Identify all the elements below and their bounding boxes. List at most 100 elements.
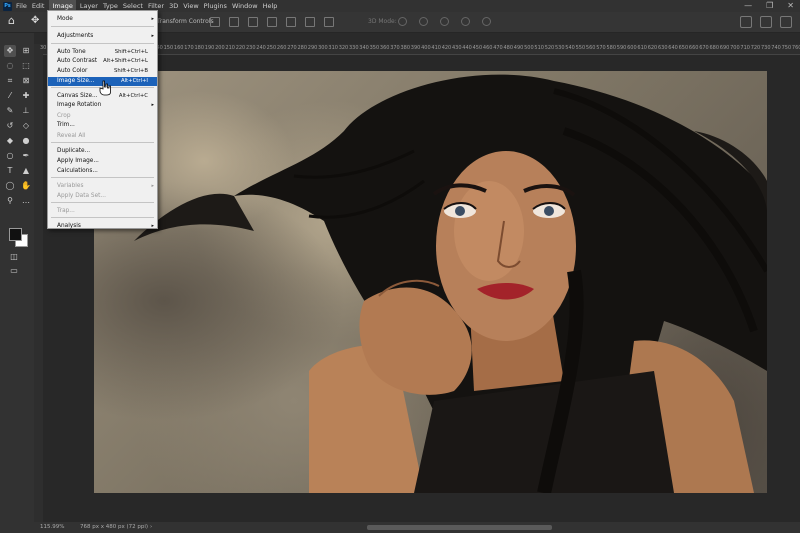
photoshop-logo-icon: Ps — [3, 1, 12, 11]
image-menu-dropdown: Mode ▸ Adjustments ▸ Auto Tone Shift+Ctrl+L Au… — [47, 10, 158, 229]
ellipse-tool-icon[interactable]: ◯ — [4, 180, 16, 192]
mode-3d-icons — [398, 17, 491, 26]
scale-3d-icon[interactable] — [482, 17, 491, 26]
image-menu-item[interactable]: Auto Contrast Alt+Shift+Ctrl+L — [48, 57, 157, 66]
close-icon[interactable]: ✕ — [787, 0, 794, 12]
type-tool-icon[interactable]: T — [4, 165, 16, 177]
menu-item-label: Apply Image... — [57, 158, 99, 164]
transform-controls-label[interactable]: Transform Controls — [157, 18, 214, 25]
share-icon[interactable] — [780, 16, 792, 28]
image-menu-item[interactable]: Duplicate... — [48, 147, 157, 156]
ruler-tick-label: 650 — [678, 45, 689, 51]
pen-tool-icon[interactable]: ✒ — [20, 150, 32, 162]
image-menu-item[interactable]: Analysis ▸ — [48, 222, 157, 231]
hand-tool-icon[interactable]: ✋ — [20, 180, 32, 192]
eyedropper-tool-icon[interactable]: ⁄ — [4, 90, 16, 102]
align-top-icon[interactable] — [267, 17, 277, 27]
ruler-tick-label: 440 — [462, 45, 472, 51]
menu-window[interactable]: Window — [232, 0, 263, 12]
ruler-tick-label: 240 — [256, 45, 266, 51]
align-middle-icon[interactable] — [286, 17, 296, 27]
ruler-tick-label: 180 — [194, 45, 205, 51]
search-icon[interactable] — [740, 16, 752, 28]
frame-tool-icon[interactable]: ⊠ — [20, 75, 32, 87]
image-menu-item[interactable]: Trim... — [48, 121, 157, 130]
align-center-icon[interactable] — [229, 17, 239, 27]
dodge-tool-icon[interactable]: ○ — [4, 150, 16, 162]
healing-brush-icon[interactable]: ✚ — [20, 90, 32, 102]
orbit-3d-icon[interactable] — [398, 17, 407, 26]
align-bottom-icon[interactable] — [305, 17, 315, 27]
ruler-tick-label: 280 — [297, 45, 308, 51]
menu-help[interactable]: Help — [263, 0, 283, 12]
image-menu-item[interactable]: Calculations... — [48, 167, 157, 176]
restore-icon[interactable]: ❐ — [766, 0, 773, 12]
brush-tool-icon[interactable]: ✎ — [4, 105, 16, 117]
image-menu-item[interactable]: Auto Tone Shift+Ctrl+L — [48, 48, 157, 57]
ruler-tick-label: 530 — [555, 45, 565, 51]
menu-view[interactable]: View — [183, 0, 203, 12]
zoom-tool-icon[interactable]: ⚲ — [4, 195, 16, 207]
image-menu-item[interactable]: Adjustments ▸ — [48, 32, 157, 41]
minimize-icon[interactable]: — — [744, 0, 752, 12]
horizontal-scrollbar[interactable] — [367, 525, 552, 530]
foreground-color-swatch[interactable] — [9, 228, 22, 241]
more-options-icon[interactable] — [324, 17, 334, 27]
image-menu-item: Crop — [48, 112, 157, 121]
quick-mask-icon[interactable]: ◫ — [8, 251, 20, 263]
ruler-tick-label: 410 — [431, 45, 441, 51]
ruler-tick-label: 590 — [616, 45, 627, 51]
align-icons — [210, 17, 334, 27]
image-menu-item: Reveal All — [48, 132, 157, 141]
menu-plugins[interactable]: Plugins — [204, 0, 232, 12]
align-right-icon[interactable] — [248, 17, 258, 27]
image-menu-item[interactable]: Auto Color Shift+Ctrl+B — [48, 67, 157, 76]
ruler-tick-label: 620 — [647, 45, 658, 51]
lasso-tool-icon[interactable]: ◌ — [4, 60, 16, 72]
crop-tool-icon[interactable]: ⌗ — [4, 75, 16, 87]
roll-3d-icon[interactable] — [419, 17, 428, 26]
ruler-tick-label: 460 — [482, 45, 493, 51]
ruler-tick-label: 290 — [307, 45, 318, 51]
ruler-tick-label: 250 — [266, 45, 277, 51]
ruler-tick-label: 550 — [575, 45, 586, 51]
ruler-tick-label: 380 — [400, 45, 411, 51]
artboard-tool-icon[interactable]: ⊞ — [20, 45, 32, 57]
move-tool-icon[interactable]: ✥ — [31, 15, 39, 27]
blur-tool-icon[interactable]: ● — [20, 135, 32, 147]
ruler-tick-label: 330 — [349, 45, 359, 51]
screen-mode-icon[interactable]: ▭ — [8, 265, 20, 277]
menu-item-label: Apply Data Set... — [57, 193, 106, 199]
home-icon[interactable]: ⌂ — [8, 15, 20, 27]
status-bar: 115.99% 768 px x 480 px (72 ppi) › — [0, 522, 800, 533]
ruler-tick-label: 210 — [225, 45, 235, 51]
image-menu-item[interactable]: Mode ▸ — [48, 15, 157, 24]
menu-separator — [51, 142, 154, 143]
ruler-tick-label: 430 — [452, 45, 462, 51]
paint-bucket-icon[interactable]: ◆ — [4, 135, 16, 147]
path-select-icon[interactable]: ▲ — [20, 165, 32, 177]
menu-file[interactable]: File — [16, 0, 32, 12]
image-menu-item[interactable]: Image Rotation ▸ — [48, 101, 157, 110]
quick-select-tool-icon[interactable]: ⬚ — [20, 60, 32, 72]
menu-item-label: Auto Contrast — [57, 58, 98, 64]
more-tools-icon[interactable]: … — [20, 195, 32, 207]
menu-item-label: Trap... — [57, 208, 75, 214]
history-brush-icon[interactable]: ↺ — [4, 120, 16, 132]
eraser-tool-icon[interactable]: ◇ — [20, 120, 32, 132]
workspace-icon[interactable] — [760, 16, 772, 28]
image-menu-item[interactable]: Apply Image... — [48, 157, 157, 166]
ruler-tick-label: 370 — [390, 45, 400, 51]
document-image[interactable] — [94, 71, 767, 493]
zoom-level[interactable]: 115.99% — [40, 522, 64, 533]
move-tool-icon[interactable]: ✥ — [4, 45, 16, 57]
menu-3d[interactable]: 3D — [169, 0, 183, 12]
align-left-icon[interactable] — [210, 17, 220, 27]
slide-3d-icon[interactable] — [461, 17, 470, 26]
menu-item-label: Duplicate... — [57, 148, 91, 154]
status-menu-arrow-icon[interactable]: › — [150, 522, 152, 533]
menu-item-shortcut: Alt+Shift+Ctrl+L — [103, 58, 148, 64]
stamp-tool-icon[interactable]: ⊥ — [20, 105, 32, 117]
pan-3d-icon[interactable] — [440, 17, 449, 26]
ruler-tick-label: 340 — [359, 45, 369, 51]
